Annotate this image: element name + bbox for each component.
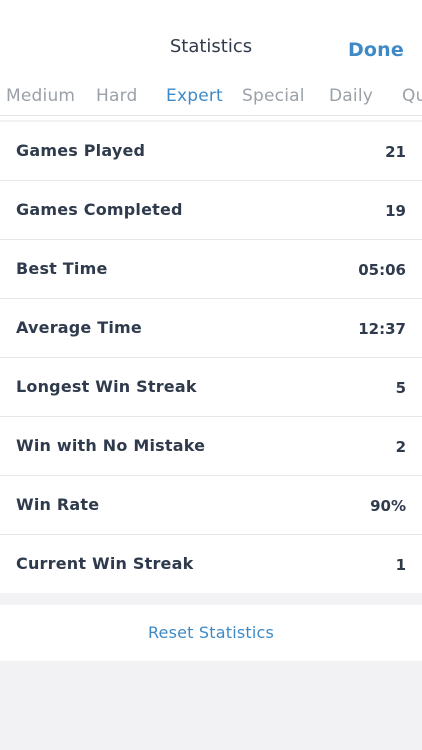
stat-label: Best Time (16, 259, 108, 278)
stat-label: Current Win Streak (16, 554, 194, 573)
stat-row-longest-win-streak: Longest Win Streak 5 (0, 358, 422, 417)
stat-value: 2 (395, 438, 406, 456)
reset-statistics-button[interactable]: Reset Statistics (0, 623, 422, 642)
statistics-list: Games Played 21 Games Completed 19 Best … (0, 122, 422, 593)
tabs-divider (0, 115, 422, 116)
stat-value: 90% (370, 497, 406, 515)
header: Statistics Done Medium Hard Expert Speci… (0, 0, 422, 120)
stat-label: Win Rate (16, 495, 100, 514)
stat-label: Average Time (16, 318, 142, 337)
stat-label: Longest Win Streak (16, 377, 197, 396)
stat-row-average-time: Average Time 12:37 (0, 299, 422, 358)
stat-row-games-completed: Games Completed 19 (0, 181, 422, 240)
stat-value: 5 (395, 379, 406, 397)
stat-row-win-rate: Win Rate 90% (0, 476, 422, 535)
stat-label: Games Completed (16, 200, 183, 219)
stat-row-games-played: Games Played 21 (0, 122, 422, 181)
stat-row-win-no-mistake: Win with No Mistake 2 (0, 417, 422, 476)
stat-label: Games Played (16, 141, 146, 160)
tab-special[interactable]: Special (242, 86, 305, 106)
stat-value: 21 (385, 143, 406, 161)
stat-value: 1 (395, 556, 406, 574)
tab-hard[interactable]: Hard (96, 86, 137, 106)
tab-quick[interactable]: Qu (402, 86, 422, 106)
stat-value: 12:37 (358, 320, 406, 338)
tab-daily[interactable]: Daily (329, 86, 373, 106)
stat-value: 05:06 (358, 261, 406, 279)
stat-label: Win with No Mistake (16, 436, 206, 455)
done-button[interactable]: Done (348, 39, 404, 61)
stat-row-best-time: Best Time 05:06 (0, 240, 422, 299)
stat-value: 19 (385, 202, 406, 220)
reset-section: Reset Statistics (0, 605, 422, 661)
tab-medium[interactable]: Medium (6, 86, 75, 106)
stat-row-current-win-streak: Current Win Streak 1 (0, 535, 422, 593)
difficulty-tabs: Medium Hard Expert Special Daily Qu (0, 86, 422, 114)
tab-expert[interactable]: Expert (166, 86, 223, 106)
